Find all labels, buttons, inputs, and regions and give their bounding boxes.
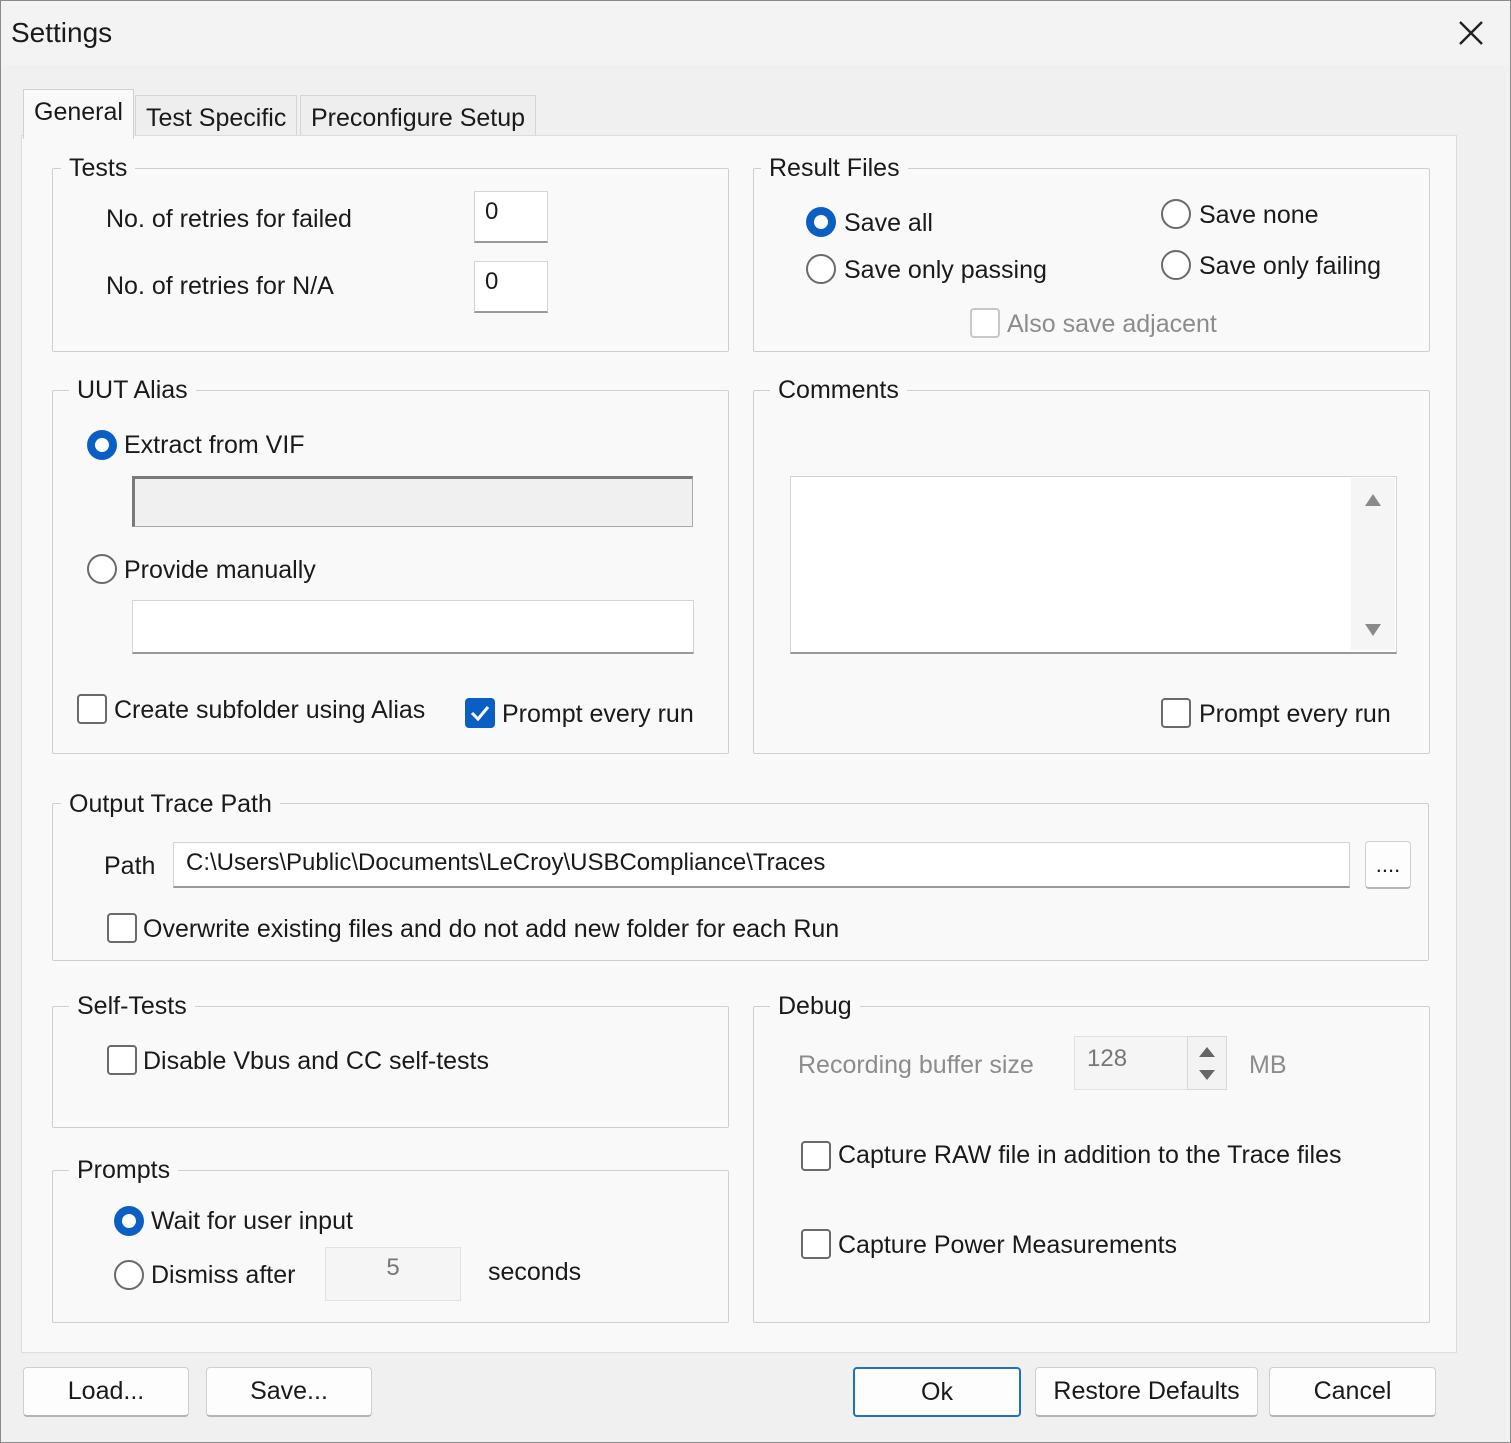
scroll-down-icon[interactable]: [1363, 622, 1383, 638]
extract-from-vif-field: [132, 476, 693, 527]
save-only-failing-radio[interactable]: [1161, 250, 1191, 280]
tests-group: [52, 168, 729, 352]
also-save-adjacent-checkbox: [970, 308, 1000, 338]
restore-defaults-button[interactable]: Restore Defaults: [1035, 1367, 1258, 1417]
tab-preconfigure-setup[interactable]: Preconfigure Setup: [300, 95, 537, 139]
path-input[interactable]: C:\Users\Public\Documents\LeCroy\USBComp…: [173, 842, 1350, 888]
uut-prompt-every-run-label: Prompt every run: [502, 700, 694, 728]
wait-for-user-input-radio[interactable]: [114, 1206, 144, 1236]
checkmark-icon: [470, 706, 490, 722]
buffer-size-label: Recording buffer size: [798, 1051, 1034, 1079]
extract-from-vif-radio[interactable]: [87, 430, 117, 460]
comments-prompt-every-run-checkbox[interactable]: [1161, 698, 1191, 728]
disable-self-tests-checkbox[interactable]: [107, 1045, 137, 1075]
create-subfolder-checkbox[interactable]: [77, 694, 107, 724]
comments-scrollbar[interactable]: [1351, 478, 1395, 650]
capture-power-checkbox[interactable]: [801, 1229, 831, 1259]
save-only-passing-radio[interactable]: [806, 254, 836, 284]
save-none-label: Save none: [1199, 201, 1319, 229]
retries-na-input[interactable]: 0: [474, 261, 548, 313]
extract-from-vif-label: Extract from VIF: [124, 431, 305, 459]
capture-power-label: Capture Power Measurements: [838, 1231, 1178, 1259]
close-icon: [1459, 21, 1483, 45]
disable-self-tests-label: Disable Vbus and CC self-tests: [143, 1047, 489, 1075]
retries-failed-input[interactable]: 0: [474, 191, 548, 243]
ok-button[interactable]: Ok: [853, 1367, 1021, 1417]
save-only-passing-label: Save only passing: [844, 256, 1047, 284]
overwrite-checkbox[interactable]: [107, 913, 137, 943]
capture-raw-checkbox[interactable]: [801, 1141, 831, 1171]
cancel-button[interactable]: Cancel: [1269, 1367, 1436, 1417]
capture-raw-label: Capture RAW file in addition to the Trac…: [838, 1141, 1342, 1169]
tab-general[interactable]: General: [23, 89, 134, 139]
buffer-size-input: 128: [1074, 1036, 1190, 1090]
spin-down-icon: [1199, 1070, 1215, 1080]
buffer-unit-label: MB: [1249, 1051, 1287, 1079]
create-subfolder-label: Create subfolder using Alias: [114, 696, 426, 724]
prompts-legend: Prompts: [69, 1156, 179, 1185]
comments-textarea[interactable]: [790, 476, 1397, 654]
dismiss-after-label: Dismiss after: [151, 1261, 296, 1289]
comments-legend: Comments: [770, 376, 907, 405]
save-button[interactable]: Save...: [206, 1367, 372, 1417]
provide-manually-radio[interactable]: [87, 554, 117, 584]
save-all-label: Save all: [844, 209, 933, 237]
settings-dialog: Settings General Test Specific Preconfig…: [0, 0, 1511, 1443]
close-button[interactable]: [1441, 7, 1501, 59]
provide-manually-label: Provide manually: [124, 556, 316, 584]
save-all-radio[interactable]: [806, 207, 836, 237]
self-tests-legend: Self-Tests: [69, 992, 195, 1021]
path-label: Path: [104, 852, 156, 880]
load-button[interactable]: Load...: [23, 1367, 189, 1417]
also-save-adjacent-label: Also save adjacent: [1007, 310, 1217, 338]
uut-prompt-every-run-checkbox[interactable]: [465, 698, 495, 728]
tab-test-specific[interactable]: Test Specific: [135, 95, 298, 139]
output-trace-legend: Output Trace Path: [61, 790, 280, 819]
result-files-legend: Result Files: [761, 154, 908, 183]
retries-na-label: No. of retries for N/A: [106, 272, 334, 300]
save-none-radio[interactable]: [1161, 199, 1191, 229]
window-title: Settings: [11, 17, 113, 48]
dismiss-seconds-input: 5: [325, 1247, 461, 1301]
title-bar: Settings: [1, 1, 1510, 65]
comments-prompt-every-run-label: Prompt every run: [1199, 700, 1391, 728]
spin-up-icon: [1199, 1047, 1215, 1057]
seconds-label: seconds: [488, 1258, 582, 1286]
buffer-size-spinner: [1187, 1036, 1227, 1090]
overwrite-label: Overwrite existing files and do not add …: [143, 915, 840, 943]
dismiss-after-radio[interactable]: [114, 1260, 144, 1290]
tests-legend: Tests: [61, 154, 136, 183]
provide-manually-input[interactable]: [132, 600, 694, 654]
wait-for-user-input-label: Wait for user input: [151, 1207, 353, 1235]
browse-button[interactable]: ....: [1365, 841, 1411, 889]
scroll-up-icon[interactable]: [1363, 492, 1383, 508]
uut-alias-legend: UUT Alias: [69, 376, 196, 405]
retries-failed-label: No. of retries for failed: [106, 205, 352, 233]
debug-legend: Debug: [770, 992, 860, 1021]
save-only-failing-label: Save only failing: [1199, 252, 1382, 280]
